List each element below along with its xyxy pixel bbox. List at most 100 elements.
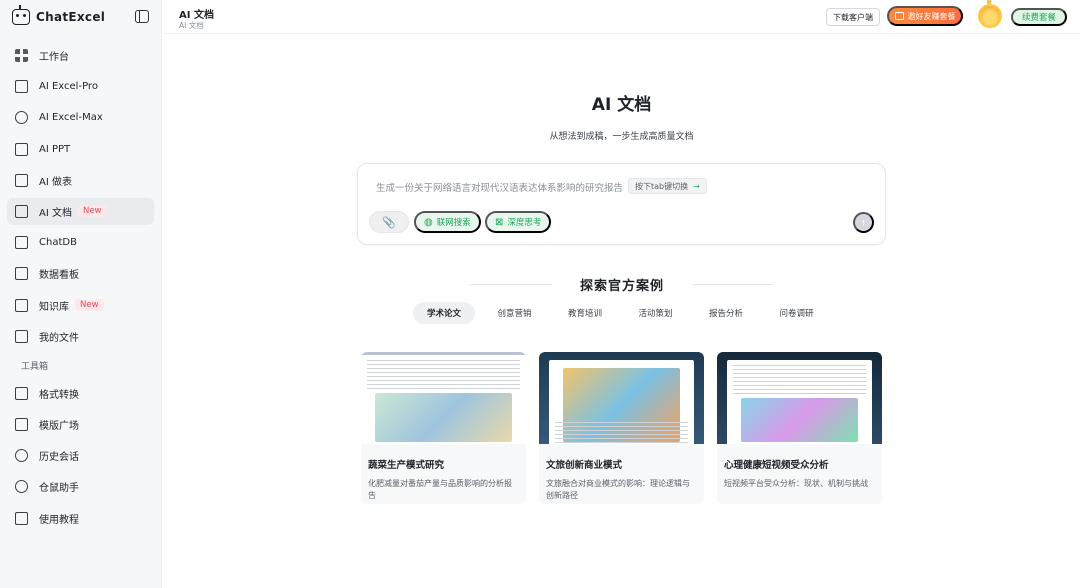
sidebar-item-ai-excel-max[interactable]: AI Excel-Max <box>7 104 154 131</box>
case-card[interactable]: 心理健康短视频受众分析 短视频平台受众分析：现状、机制与挑战 <box>717 352 882 504</box>
sidebar-item-label: AI 文档 <box>39 207 72 219</box>
case-thumbnail <box>717 352 882 444</box>
case-title: 文旅创新商业模式 <box>546 460 623 471</box>
sidebar-item-ai-table[interactable]: AI 做表 <box>7 167 154 194</box>
tutorial-icon <box>15 511 28 525</box>
arrow-right-icon: → <box>693 181 700 191</box>
sheet-icon <box>15 80 28 94</box>
sidebar-item-label: AI Excel-Max <box>39 112 103 124</box>
prompt-input[interactable]: 生成一份关于网络语言对现代汉语表达体系影响的研究报告 <box>376 180 623 194</box>
deep-think-toggle[interactable]: ⊠ 深度思考 <box>485 211 552 233</box>
case-tabs: 学术论文 创意营销 教育培训 活动策划 报告分析 问卷调研 <box>413 302 836 324</box>
gift-icon <box>894 12 904 20</box>
sidebar-collapse-icon[interactable] <box>135 10 149 23</box>
tab-hint-label: 按下tab键切换 <box>635 181 689 191</box>
tab-education-training[interactable]: 教育培训 <box>554 302 616 324</box>
slides-icon <box>15 142 28 156</box>
spark-icon <box>15 111 28 125</box>
tab-report-analysis[interactable]: 报告分析 <box>695 302 757 324</box>
case-title: 心理健康短视频受众分析 <box>724 460 829 471</box>
sidebar-item-format-convert[interactable]: 格式转换 <box>7 380 154 407</box>
case-card[interactable]: 蔬菜生产模式研究 化肥减量对番茄产量与品质影响的分析报告 <box>361 352 526 504</box>
sidebar-item-label: 使用教程 <box>39 514 79 526</box>
convert-icon <box>15 386 28 400</box>
globe-icon: ◍ <box>424 216 433 228</box>
chart-icon <box>15 267 28 281</box>
sidebar-item-label: 知识库 <box>39 301 69 313</box>
download-client-button[interactable]: 下载客户端 <box>826 8 880 26</box>
case-description: 短视频平台受众分析：现状、机制与挑战 <box>724 479 868 488</box>
sidebar-item-label: 仓鼠助手 <box>39 483 79 495</box>
send-button[interactable]: ↑ <box>853 212 874 233</box>
new-badge: New <box>75 299 104 311</box>
sidebar-item-label: ChatDB <box>39 237 77 249</box>
sidebar-item-label: 工作台 <box>39 52 69 63</box>
tab-creative-marketing[interactable]: 创意营销 <box>484 302 546 324</box>
document-icon <box>15 204 28 218</box>
robot-logo-icon <box>12 5 30 25</box>
database-icon <box>15 236 28 250</box>
web-search-toggle[interactable]: ◍ 联网搜索 <box>414 211 481 233</box>
sidebar: ChatExcel 工作台 AI Excel-Pro AI Excel-Max … <box>0 0 162 588</box>
sidebar-item-label: 格式转换 <box>39 389 79 401</box>
sidebar-item-label: 我的文件 <box>39 332 79 344</box>
sidebar-item-label: 模版广场 <box>39 421 79 433</box>
cases-section-header: 探索官方案例 <box>470 274 774 294</box>
new-badge: New <box>77 205 107 218</box>
deep-think-label: 深度思考 <box>507 217 542 227</box>
hamster-icon <box>15 480 28 494</box>
folder-icon <box>15 329 28 343</box>
sidebar-item-tutorial[interactable]: 使用教程 <box>7 505 154 532</box>
renew-plan-button[interactable]: 续费套餐 <box>1011 8 1067 26</box>
tab-event-planning[interactable]: 活动策划 <box>625 302 687 324</box>
page-title: AI 文档 <box>179 10 214 21</box>
sidebar-nav: 工作台 AI Excel-Pro AI Excel-Max AI PPT AI … <box>7 42 154 536</box>
main-subtitle: 从想法到成稿，一步生成高质量文档 <box>549 132 694 142</box>
sidebar-item-label: 数据看板 <box>39 270 79 282</box>
template-icon <box>15 418 28 432</box>
top-header: AI 文档 AI 文档 下载客户端 邀好友赚套餐 续费套餐 <box>163 0 1080 34</box>
table-icon <box>15 173 28 187</box>
sidebar-item-workbench[interactable]: 工作台 <box>7 42 154 69</box>
sidebar-item-template-square[interactable]: 模版广场 <box>7 411 154 438</box>
divider <box>692 284 774 285</box>
sidebar-item-chatdb[interactable]: ChatDB <box>7 229 154 256</box>
sidebar-item-history[interactable]: 历史会话 <box>7 442 154 469</box>
brand[interactable]: ChatExcel <box>12 5 106 26</box>
prompt-box: 生成一份关于网络语言对现代汉语表达体系影响的研究报告 按下tab键切换 → 📎 … <box>357 163 886 245</box>
sidebar-item-label: 历史会话 <box>39 452 79 464</box>
sidebar-item-ai-document[interactable]: AI 文档 New <box>7 197 154 225</box>
sidebar-item-my-files[interactable]: 我的文件 <box>7 323 154 350</box>
sidebar-item-label: AI 做表 <box>39 176 72 188</box>
paperclip-icon: 📎 <box>382 216 396 229</box>
sidebar-item-knowledge-base[interactable]: 知识库 New <box>7 292 154 319</box>
tab-survey[interactable]: 问卷调研 <box>766 302 828 324</box>
sidebar-item-ai-excel-pro[interactable]: AI Excel-Pro <box>7 73 154 100</box>
toolbox-section-label: 工具箱 <box>21 362 49 373</box>
sidebar-item-label: AI Excel-Pro <box>39 81 98 93</box>
invite-friends-label: 邀好友赚套餐 <box>907 11 956 21</box>
case-description: 文旅融合对商业模式的影响：理论逻辑与创新路径 <box>546 479 690 500</box>
tab-academic-paper[interactable]: 学术论文 <box>413 302 475 324</box>
case-thumbnail <box>361 352 526 444</box>
brand-name: ChatExcel <box>36 10 106 24</box>
invite-friends-button[interactable]: 邀好友赚套餐 <box>887 6 963 26</box>
case-thumbnail <box>539 352 704 444</box>
web-search-label: 联网搜索 <box>436 217 471 227</box>
sidebar-item-hamster-assistant[interactable]: 仓鼠助手 <box>7 473 154 500</box>
sidebar-item-label: AI PPT <box>39 143 71 155</box>
tab-switch-hint[interactable]: 按下tab键切换 → <box>628 178 707 194</box>
arrow-up-icon: ↑ <box>860 216 867 229</box>
attach-button[interactable]: 📎 <box>369 211 409 233</box>
breadcrumb: AI 文档 <box>179 21 204 30</box>
book-icon <box>15 298 28 312</box>
sidebar-item-data-dashboard[interactable]: 数据看板 <box>7 260 154 287</box>
main-title: AI 文档 <box>591 95 652 115</box>
dashboard-grid-icon <box>15 49 28 62</box>
sidebar-item-ai-ppt[interactable]: AI PPT <box>7 136 154 163</box>
brain-icon: ⊠ <box>495 216 504 228</box>
case-cards: 蔬菜生产模式研究 化肥减量对番茄产量与品质影响的分析报告 文旅创新商业模式 文旅… <box>361 352 895 504</box>
avatar[interactable] <box>978 0 1002 28</box>
case-description: 化肥减量对番茄产量与品质影响的分析报告 <box>368 479 512 500</box>
case-card[interactable]: 文旅创新商业模式 文旅融合对商业模式的影响：理论逻辑与创新路径 <box>539 352 704 504</box>
